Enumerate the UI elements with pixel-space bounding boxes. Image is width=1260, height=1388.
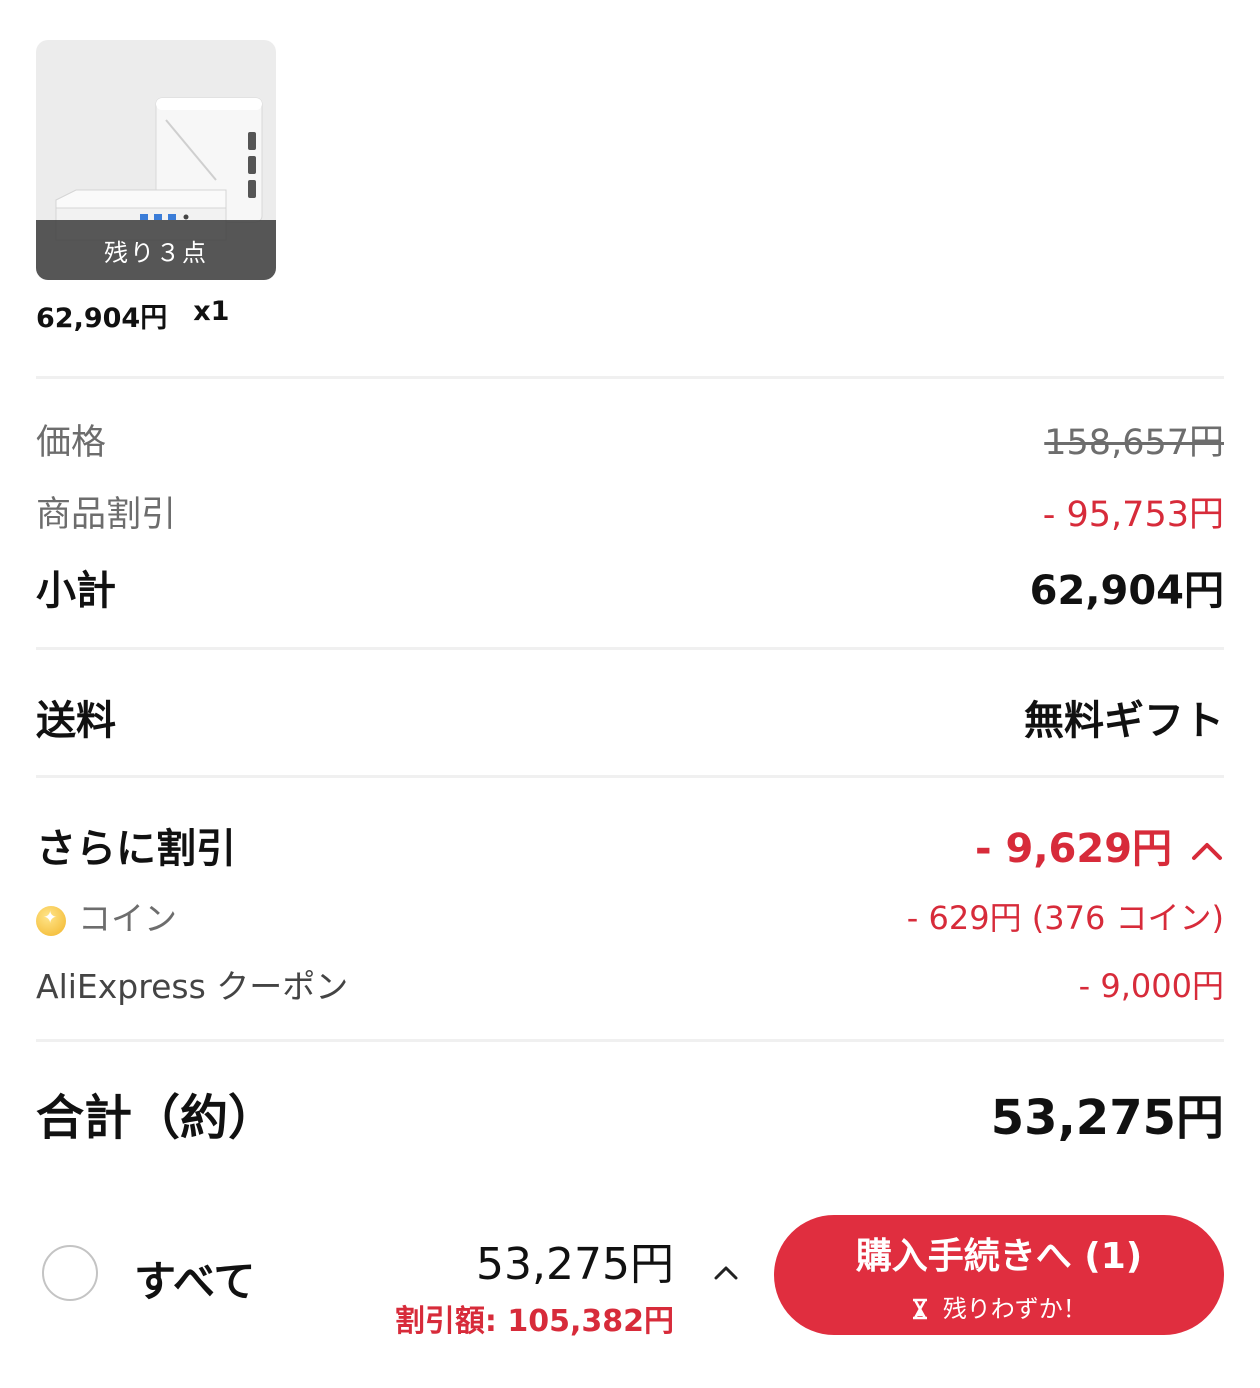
coupon-row: AliExpress クーポン - 9,000円: [36, 960, 1224, 1008]
item-discount-label: 商品割引: [36, 495, 177, 535]
footer-total-price: 53,275円: [476, 1239, 674, 1290]
product-thumbnail[interactable]: 残り３点: [36, 40, 276, 280]
original-price: 158,657円: [1044, 423, 1224, 463]
coupon-value: - 9,000円: [1078, 967, 1224, 1005]
coin-row: コイン - 629円 (376 コイン): [36, 892, 1224, 940]
unit-price: 62,904円: [36, 303, 168, 334]
item-discount-value: - 95,753円: [1042, 495, 1224, 535]
coin-icon: [36, 905, 66, 936]
shipping-label: 送料: [36, 698, 116, 744]
total-value: 53,275円: [990, 1090, 1224, 1146]
checkout-footer: すべて 53,275円 割引額: 105,382円 購入手続きへ (1) 残りわ…: [0, 1200, 1260, 1350]
quantity: x1: [193, 296, 230, 327]
stock-remaining-badge: 残り３点: [36, 220, 276, 280]
checkout-button-label: 購入手続きへ (1): [855, 1235, 1143, 1277]
price-row: 価格 158,657円: [36, 414, 1224, 465]
subtotal-value: 62,904円: [1029, 568, 1224, 614]
shipping-row: 送料 無料ギフト: [36, 688, 1224, 746]
checkout-sub-text: 残りわずか！: [942, 1294, 1087, 1323]
footer-discount-amount: 割引額: 105,382円: [394, 1304, 674, 1339]
select-all-radio[interactable]: [42, 1245, 98, 1301]
checkout-button-sub: 残りわずか！: [911, 1289, 1087, 1324]
subtotal-row: 小計 62,904円: [36, 558, 1224, 616]
divider: [36, 647, 1224, 650]
total-label: 合計（約）: [36, 1090, 277, 1146]
item-discount-row: 商品割引 - 95,753円: [36, 486, 1224, 537]
total-row: 合計（約） 53,275円: [36, 1078, 1224, 1148]
chevron-up-icon[interactable]: [1186, 826, 1224, 872]
subtotal-label: 小計: [36, 568, 116, 614]
coupon-label: AliExpress クーポン: [36, 967, 349, 1006]
divider: [36, 1039, 1224, 1042]
divider: [36, 376, 1224, 379]
chevron-up-icon[interactable]: [712, 1254, 740, 1289]
coin-label: コイン: [78, 899, 177, 938]
shipping-value: 無料ギフト: [1024, 698, 1224, 744]
hourglass-icon: [911, 1295, 943, 1323]
extra-discount-value: - 9,629円: [975, 826, 1173, 872]
extra-discount-value-group: - 9,629円: [975, 816, 1224, 874]
select-all-label[interactable]: すべて: [134, 1248, 255, 1309]
checkout-button[interactable]: 購入手続きへ (1) 残りわずか！: [774, 1215, 1224, 1335]
divider: [36, 775, 1224, 778]
price-label: 価格: [36, 423, 107, 463]
extra-discount-row[interactable]: さらに割引 - 9,629円: [36, 816, 1224, 874]
coin-label-group: コイン: [36, 892, 177, 940]
unit-price-line: 62,904円 x1: [36, 296, 229, 335]
footer-total: 53,275円 割引額: 105,382円: [395, 1228, 674, 1340]
coin-value: - 629円 (376 コイン): [906, 899, 1224, 937]
extra-discount-label: さらに割引: [36, 826, 236, 872]
